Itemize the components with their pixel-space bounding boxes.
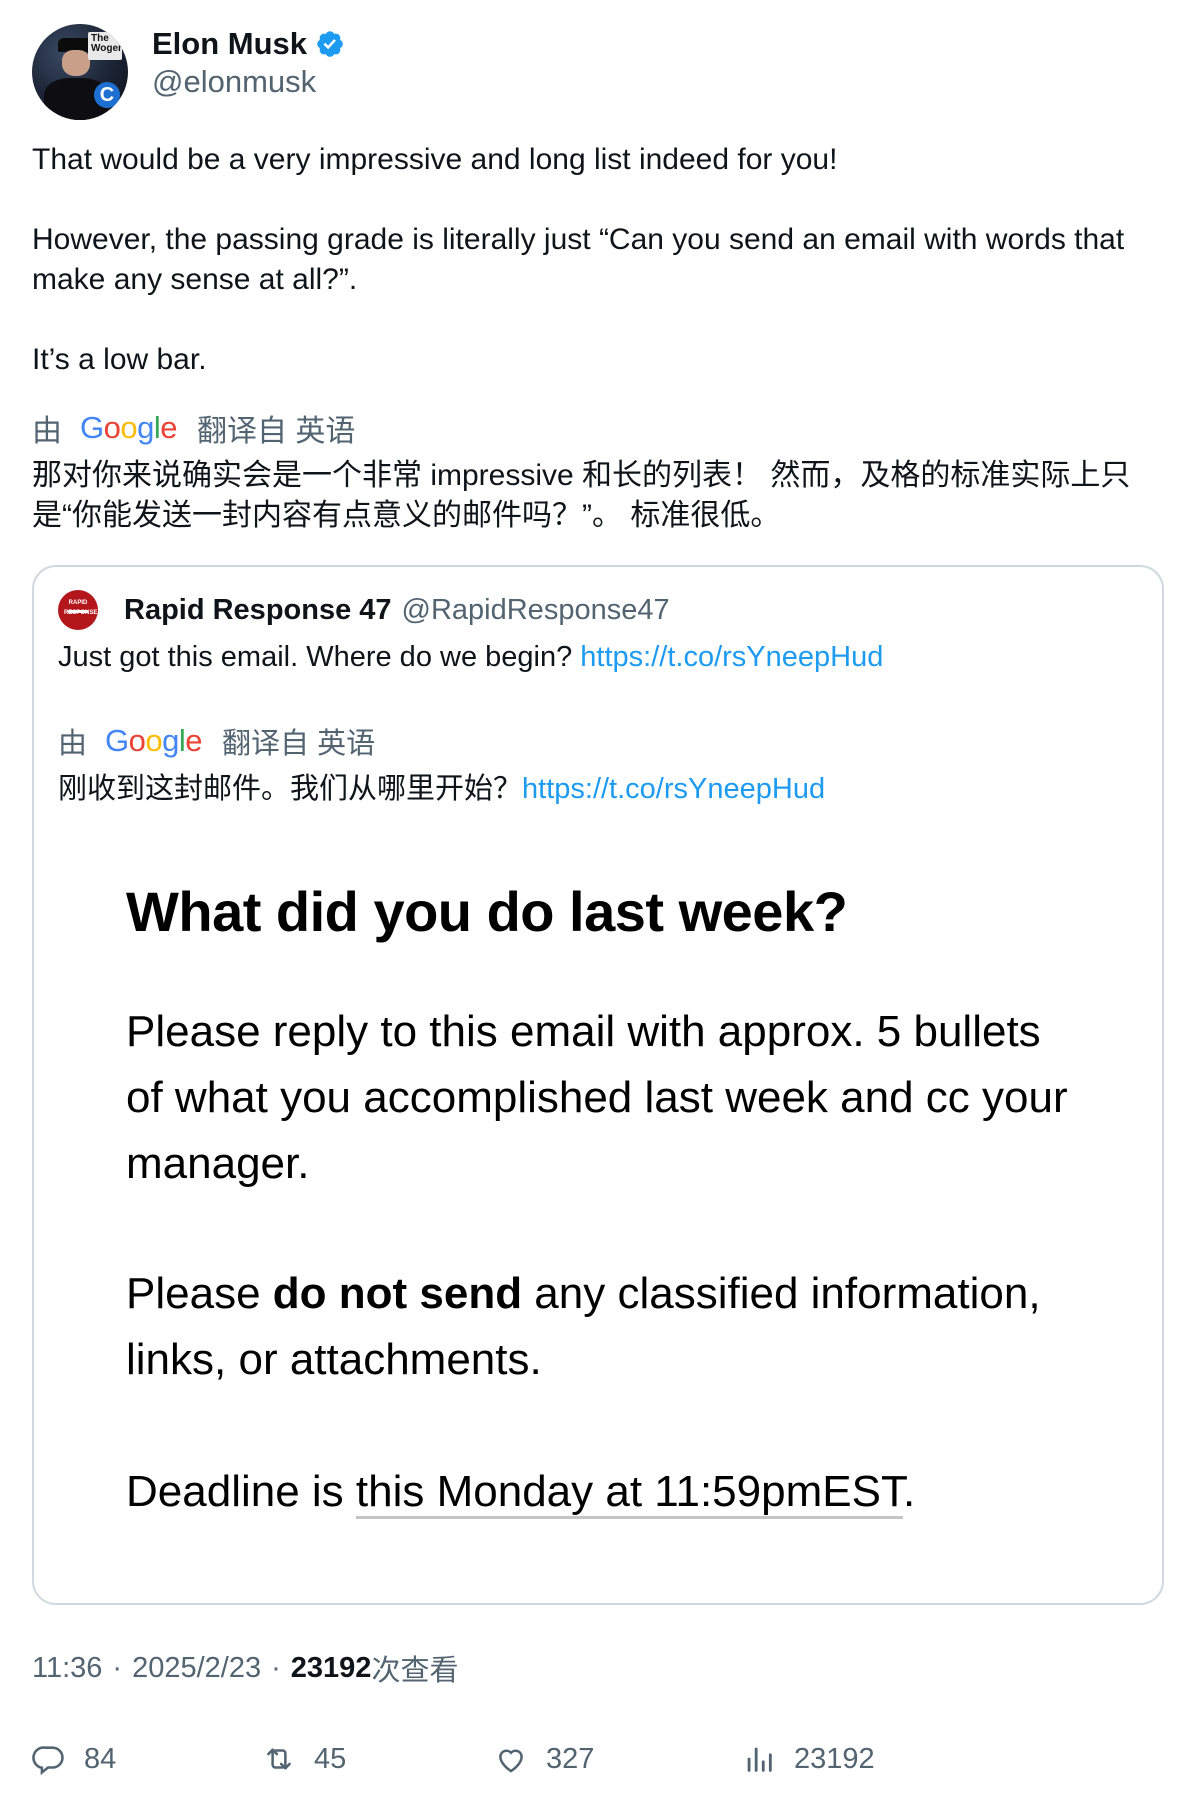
tweet-meta: 11:36 · 2025/2/23 · 23192 次查看 <box>32 1648 458 1688</box>
google-logo: Google <box>80 410 178 445</box>
translation-from-label: 翻译自 英语 <box>197 415 356 448</box>
views-icon <box>747 1747 772 1772</box>
reply-icon <box>32 1746 64 1776</box>
like-icon <box>499 1749 523 1773</box>
google-logo: Google <box>105 723 203 758</box>
reply-button[interactable]: 84 <box>32 1736 116 1782</box>
action-bar: 84 45 327 23192 <box>32 1736 1164 1782</box>
quoted-tweet-card[interactable]: RAPID RESPONSE Rapid Response 47 @RapidRe… <box>32 565 1164 1605</box>
author-display-name[interactable]: Elon Musk <box>152 26 307 62</box>
views-action-count: 23192 <box>794 1742 875 1775</box>
quoted-tweet-image[interactable]: What did you do last week? Please reply … <box>34 827 1162 1603</box>
quoted-tweet-link[interactable]: https://t.co/rsYneepHud <box>580 641 883 673</box>
repost-button[interactable]: 45 <box>262 1736 346 1782</box>
tweet-paragraph: However, the passing grade is literally … <box>32 223 1125 296</box>
quoted-translated-link[interactable]: https://t.co/rsYneepHud <box>522 773 825 805</box>
quoted-author-avatar: RAPID RESPONSE <box>58 590 98 630</box>
repost-icon <box>267 1748 291 1770</box>
quoted-tweet-header: RAPID RESPONSE Rapid Response 47 @RapidRe… <box>58 587 670 633</box>
repost-count: 45 <box>314 1742 347 1775</box>
reply-count: 84 <box>84 1742 117 1775</box>
quoted-translated-text: 刚收到这封邮件。我们从哪里开始？https://t.co/rsYneepHud <box>58 773 826 805</box>
author-name-row: Elon Musk <box>152 24 345 64</box>
translated-text: 那对你来说确实会是一个非常 impressive 和长的列表！ 然而，及格的标准… <box>32 459 1131 532</box>
views-button[interactable]: 23192 <box>742 1736 875 1782</box>
like-count: 327 <box>546 1742 595 1775</box>
translation-attribution[interactable]: 由 Google 翻译自 英语 <box>32 406 355 450</box>
author-handle[interactable]: @elonmusk <box>152 64 316 100</box>
quoted-tweet-text: Just got this email. Where do we begin? … <box>58 641 884 673</box>
email-paragraph-2: Please do not send any classified inform… <box>126 1269 1041 1384</box>
tweet-time[interactable]: 11:36 <box>32 1652 102 1685</box>
views-count: 23192 <box>290 1651 372 1684</box>
quoted-author-name: Rapid Response 47 <box>124 593 392 626</box>
tweet-text: That would be a very impressive and long… <box>32 140 1164 380</box>
tweet-paragraph: It’s a low bar. <box>32 343 207 376</box>
email-paragraph-1: Please reply to this email with approx. … <box>126 1007 1068 1188</box>
verified-badge-icon <box>315 29 345 59</box>
tweet-date[interactable]: 2025/2/23 <box>132 1652 261 1685</box>
tweet-header: The Wogera C Elon Musk @elonmusk <box>32 24 1164 120</box>
email-paragraph-3: Deadline is this Monday at 11:59pmEST. <box>126 1459 1086 1525</box>
quoted-author-handle: @RapidResponse47 <box>401 593 670 626</box>
views-label: 次查看 <box>371 1655 459 1687</box>
author-avatar[interactable]: The Wogera C <box>32 24 128 120</box>
avatar-sign: The Wogera <box>88 32 128 60</box>
email-heading: What did you do last week? <box>126 880 848 943</box>
quoted-translation-attribution[interactable]: 由 Google 翻译自 英语 <box>58 719 375 763</box>
like-button[interactable]: 327 <box>494 1736 594 1782</box>
tweet-paragraph: That would be a very impressive and long… <box>32 143 838 176</box>
translation-by-label: 由 <box>32 415 62 448</box>
